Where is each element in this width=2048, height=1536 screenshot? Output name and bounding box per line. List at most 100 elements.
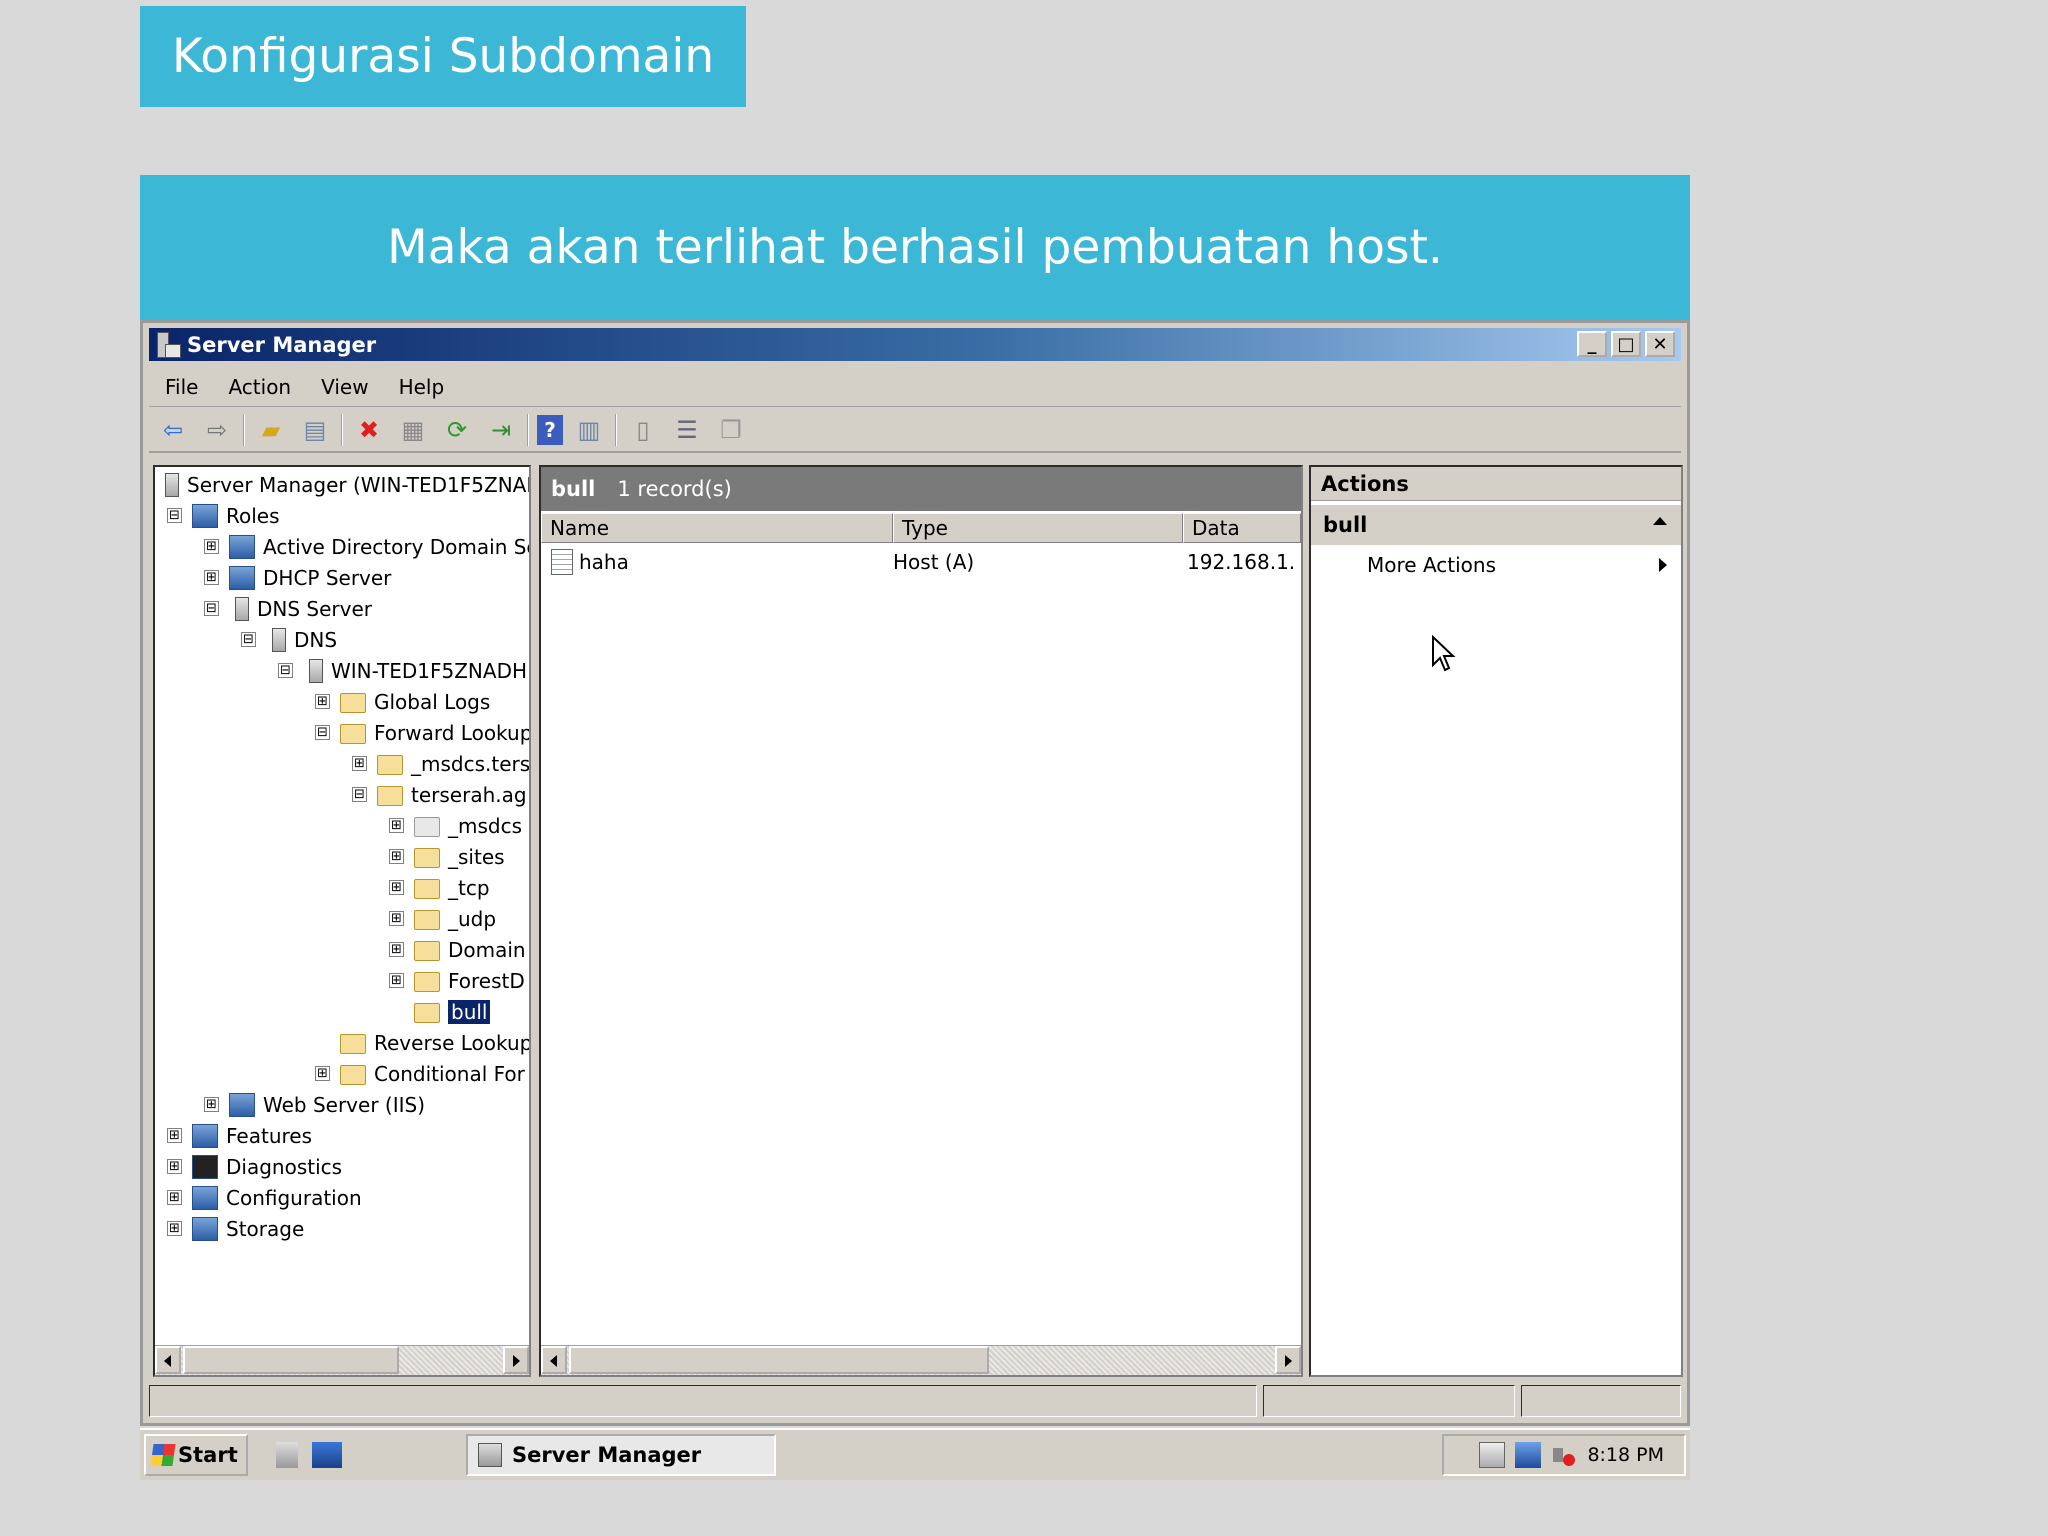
expand-icon[interactable]: ⊞ <box>204 570 219 585</box>
export-list-icon[interactable]: ⇥ <box>483 413 519 447</box>
tree-item[interactable]: ⊟ terserah.ag <box>352 779 527 810</box>
maximize-button[interactable]: □ <box>1611 331 1641 357</box>
scroll-thumb[interactable] <box>569 1346 989 1374</box>
tree-item[interactable]: ⊞ _tcp <box>389 872 490 903</box>
column-data[interactable]: Data <box>1183 513 1301 543</box>
tree-item[interactable]: ⊞ _msdcs.ters <box>352 748 529 779</box>
records-list[interactable]: bull 1 record(s) Name Type Data haha Hos… <box>539 465 1303 1377</box>
tree-item[interactable]: ⊞ _udp <box>389 903 496 934</box>
collapse-arrow-icon[interactable] <box>1653 517 1667 525</box>
show-hide-console-tree-icon[interactable]: ▤ <box>297 413 333 447</box>
expand-icon[interactable]: ⊞ <box>315 694 330 709</box>
clock[interactable]: 8:18 PM <box>1587 1444 1664 1466</box>
show-action-pane-icon[interactable]: ▥ <box>571 413 607 447</box>
expand-icon[interactable]: ⊞ <box>315 1066 330 1081</box>
tree-item[interactable]: ⊞ Web Server (IIS) <box>204 1089 425 1120</box>
server-icon[interactable]: ▯ <box>625 413 661 447</box>
menu-help[interactable]: Help <box>399 375 445 399</box>
expand-icon[interactable]: ⊞ <box>352 756 367 771</box>
expand-icon[interactable]: ⊞ <box>167 1190 182 1205</box>
powershell-icon[interactable] <box>312 1442 342 1468</box>
storage-icon <box>192 1216 218 1241</box>
cell-type: Host (A) <box>893 550 975 574</box>
menu-view[interactable]: View <box>321 375 368 399</box>
close-button[interactable]: ✕ <box>1645 331 1675 357</box>
tree-item[interactable]: ⊞ Storage <box>167 1213 304 1244</box>
expand-icon[interactable]: ⊞ <box>204 1097 219 1112</box>
collapse-icon[interactable]: ⊟ <box>241 632 256 647</box>
expand-icon[interactable]: ⊞ <box>389 942 404 957</box>
column-type[interactable]: Type <box>893 513 1183 543</box>
tree-item-bull[interactable]: bull <box>389 996 491 1027</box>
folder-icon <box>414 1003 440 1023</box>
menu-file[interactable]: File <box>165 375 198 399</box>
console-tree[interactable]: Server Manager (WIN-TED1F5ZNAD ⊟ Roles ⊞… <box>153 465 531 1377</box>
actions-section-bull[interactable]: bull <box>1311 505 1681 545</box>
menu-action[interactable]: Action <box>228 375 291 399</box>
up-folder-icon[interactable]: ▰ <box>253 413 289 447</box>
refresh-icon[interactable]: ⟳ <box>439 413 475 447</box>
monitor-icon[interactable] <box>1515 1442 1542 1468</box>
tree-item[interactable]: ⊞ _sites <box>389 841 505 872</box>
forward-icon[interactable]: ⇨ <box>199 413 235 447</box>
expand-icon[interactable]: ⊞ <box>389 911 404 926</box>
tree-item[interactable]: ⊟ DNS <box>241 624 337 655</box>
copy-icon[interactable]: ❐ <box>713 413 749 447</box>
collapse-icon[interactable]: ⊟ <box>204 601 219 616</box>
tree-item[interactable]: ⊞ Active Directory Domain Se <box>204 531 529 562</box>
tree-item[interactable]: ⊞ Global Logs <box>315 686 490 717</box>
server-manager-window: Server Manager _ □ ✕ File Action View He… <box>140 320 1690 1426</box>
list-horizontal-scrollbar[interactable] <box>541 1345 1301 1375</box>
tree-item[interactable]: ⊞ Domain <box>389 934 526 965</box>
scroll-left-button[interactable] <box>541 1346 567 1374</box>
expand-icon[interactable]: ⊞ <box>389 818 404 833</box>
window-titlebar[interactable]: Server Manager _ □ ✕ <box>149 328 1681 361</box>
tree-item-label: Conditional For <box>374 1061 525 1086</box>
expand-icon[interactable]: ⊞ <box>204 539 219 554</box>
tree-item[interactable]: ⊞ Diagnostics <box>167 1151 342 1182</box>
slide-caption: Maka akan terlihat berhasil pembuatan ho… <box>140 175 1690 320</box>
records-icon[interactable]: ☰ <box>669 413 705 447</box>
delete-icon[interactable]: ✖ <box>351 413 387 447</box>
arrow-left-icon <box>164 1355 171 1367</box>
collapse-icon[interactable]: ⊟ <box>352 787 367 802</box>
expand-icon[interactable]: ⊞ <box>389 849 404 864</box>
network-icon[interactable] <box>1479 1442 1506 1468</box>
scroll-right-button[interactable] <box>503 1346 529 1374</box>
tree-horizontal-scrollbar[interactable] <box>155 1345 529 1375</box>
tree-item[interactable]: ⊞ Features <box>167 1120 312 1151</box>
collapse-icon[interactable]: ⊟ <box>278 663 293 678</box>
table-row[interactable]: haha Host (A) 192.168.1. <box>541 547 1301 577</box>
tree-item[interactable]: ⊟ DNS Server <box>204 593 372 624</box>
start-button[interactable]: Start <box>144 1434 248 1476</box>
tree-item[interactable]: ⊟ WIN-TED1F5ZNADH <box>278 655 527 686</box>
expand-icon[interactable]: ⊞ <box>389 973 404 988</box>
tree-item[interactable]: Server Manager (WIN-TED1F5ZNAD <box>159 469 529 500</box>
server-manager-quicklaunch-icon[interactable] <box>276 1442 298 1468</box>
tree-item[interactable]: ⊞ _msdcs <box>389 810 522 841</box>
minimize-button[interactable]: _ <box>1577 331 1607 357</box>
tree-item[interactable]: ⊞ Conditional For <box>315 1058 525 1089</box>
tree-item[interactable]: ⊞ ForestD <box>389 965 525 996</box>
taskbar-server-manager[interactable]: Server Manager <box>466 1434 776 1476</box>
tree-item[interactable]: Reverse Lookup <box>315 1027 529 1058</box>
expand-icon[interactable]: ⊞ <box>167 1159 182 1174</box>
tree-item[interactable]: ⊟ Roles <box>167 500 280 531</box>
more-actions-item[interactable]: More Actions <box>1311 545 1681 585</box>
scroll-thumb[interactable] <box>183 1346 399 1374</box>
scroll-left-button[interactable] <box>155 1346 181 1374</box>
tree-item[interactable]: ⊟ Forward Lookup <box>315 717 529 748</box>
back-icon[interactable]: ⇦ <box>155 413 191 447</box>
tree-item[interactable]: ⊞ DHCP Server <box>204 562 391 593</box>
column-name[interactable]: Name <box>541 513 893 543</box>
properties-icon[interactable]: ▦ <box>395 413 431 447</box>
help-icon[interactable]: ? <box>537 415 563 445</box>
volume-muted-icon[interactable] <box>1551 1442 1577 1468</box>
scroll-right-button[interactable] <box>1275 1346 1301 1374</box>
expand-icon[interactable]: ⊞ <box>167 1128 182 1143</box>
expand-icon[interactable]: ⊞ <box>389 880 404 895</box>
collapse-icon[interactable]: ⊟ <box>167 508 182 523</box>
tree-item[interactable]: ⊞ Configuration <box>167 1182 362 1213</box>
collapse-icon[interactable]: ⊟ <box>315 725 330 740</box>
expand-icon[interactable]: ⊞ <box>167 1221 182 1236</box>
